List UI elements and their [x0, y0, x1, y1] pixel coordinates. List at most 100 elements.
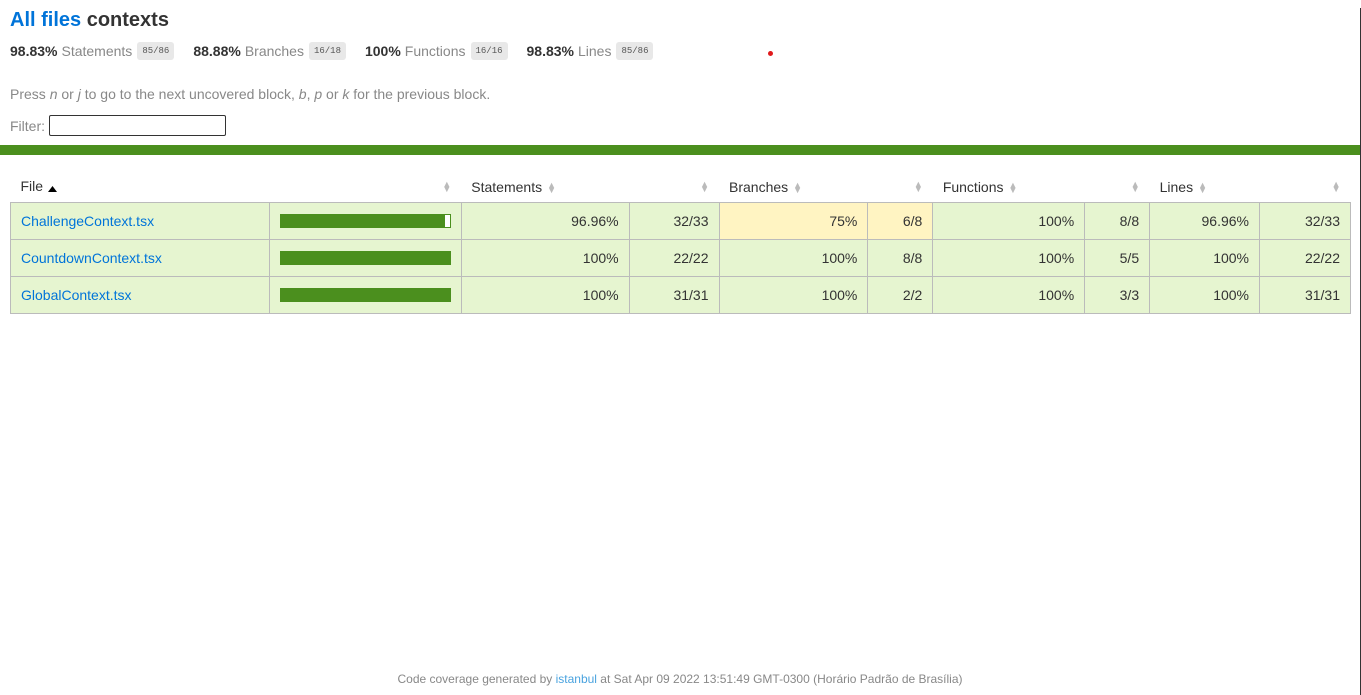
statements-frac-cell: 31/31: [628, 275, 720, 314]
table-row: ChallengeContext.tsx 96.96% 32/33 75% 6/…: [10, 201, 1351, 240]
functions-frac-cell: 5/5: [1084, 238, 1151, 277]
header-branches-frac[interactable]: ▲ ▼: [868, 172, 933, 202]
hint-text: or: [57, 86, 78, 102]
hint-text: or: [322, 86, 343, 102]
functions-frac-cell: 3/3: [1084, 275, 1151, 314]
filter-input[interactable]: [49, 115, 226, 136]
hint-text: for the previous block.: [349, 86, 491, 102]
coverage-bar-fill: [280, 214, 445, 227]
filter-row: Filter:: [10, 115, 1350, 136]
statements-frac-cell: 22/22: [628, 238, 720, 277]
current-directory: contexts: [86, 9, 169, 31]
footer-prefix: Code coverage generated by: [397, 672, 556, 686]
functions-label: Functions: [404, 43, 466, 59]
coverage-bar-cell: [268, 275, 462, 314]
lines-frac-cell: 31/31: [1259, 275, 1351, 314]
sort-arrows-icon: ▲ ▼: [793, 180, 803, 196]
functions-fraction-badge: 16/16: [470, 42, 508, 60]
functions-percent: 100%: [364, 43, 401, 59]
page-title: All files contexts: [10, 8, 1350, 32]
coverage-bar-cell: [268, 238, 462, 277]
sort-arrows-icon: ▲ ▼: [1198, 180, 1207, 196]
hint-key-b: b: [298, 86, 307, 102]
header-file-bar[interactable]: ▲ ▼: [269, 172, 461, 202]
statements-pct-cell: 100%: [460, 238, 630, 277]
branches-pct-cell: 100%: [718, 238, 869, 277]
functions-frac-cell: 8/8: [1084, 201, 1151, 240]
hint-text: Press: [10, 86, 50, 102]
keyboard-hint: Press n or j to go to the next uncovered…: [10, 85, 1350, 103]
branches-frac-cell: 2/2: [867, 275, 934, 314]
functions-pct-cell: 100%: [932, 201, 1086, 240]
sort-arrows-icon: ▲ ▼: [442, 178, 452, 194]
red-dot-marker: [768, 51, 773, 56]
functions-pct-cell: 100%: [932, 275, 1086, 314]
lines-label: Lines: [578, 43, 612, 59]
header-statements-frac[interactable]: ▲ ▼: [629, 172, 719, 202]
summary-branches: 88.88% Branches 16/18: [193, 42, 346, 60]
header-statements[interactable]: Statements ▲ ▼: [461, 172, 629, 202]
table-row: CountdownContext.tsx 100% 22/22 100% 8/8…: [10, 238, 1351, 277]
sort-arrows-icon: ▲ ▼: [913, 178, 923, 194]
header-branches[interactable]: Branches ▲ ▼: [719, 172, 868, 202]
statements-pct-cell: 96.96%: [460, 201, 630, 240]
statements-pct-cell: 100%: [460, 275, 630, 314]
file-cell: GlobalContext.tsx: [10, 275, 270, 314]
branches-pct-cell: 75%: [718, 201, 869, 240]
header-file[interactable]: File: [11, 172, 270, 202]
header-functions-frac[interactable]: ▲ ▼: [1085, 172, 1150, 202]
statements-label: Statements: [61, 43, 133, 59]
summary-functions: 100% Functions 16/16: [365, 42, 508, 60]
coverage-table: File ▲ ▼ Statements ▲ ▼ ▲ ▼ Branches ▲ ▼ ▲ ▼: [10, 172, 1351, 314]
file-link[interactable]: ChallengeContext.tsx: [21, 213, 154, 229]
header-lines-label: Lines: [1159, 178, 1194, 195]
functions-pct-cell: 100%: [932, 238, 1086, 277]
branches-fraction-badge: 16/18: [308, 42, 346, 60]
file-cell: CountdownContext.tsx: [10, 238, 270, 277]
lines-frac-cell: 32/33: [1259, 201, 1351, 240]
footer: Code coverage generated by istanbul at S…: [0, 672, 1360, 686]
file-link[interactable]: CountdownContext.tsx: [21, 250, 162, 266]
file-cell: ChallengeContext.tsx: [10, 201, 270, 240]
hint-text: to go to the next uncovered block,: [80, 86, 299, 102]
coverage-bar: [279, 250, 451, 265]
table-row: GlobalContext.tsx 100% 31/31 100% 2/2 10…: [10, 275, 1351, 314]
hint-key-p: p: [314, 86, 323, 102]
sort-arrows-icon: ▲ ▼: [1008, 180, 1018, 196]
filter-label: Filter:: [10, 117, 45, 134]
istanbul-link[interactable]: istanbul: [556, 672, 597, 686]
header-functions[interactable]: Functions ▲ ▼: [933, 172, 1085, 202]
coverage-bar-cell: [268, 201, 462, 240]
sort-arrows-icon: ▲ ▼: [1331, 178, 1341, 194]
lines-pct-cell: 100%: [1149, 238, 1260, 277]
statements-frac-cell: 32/33: [628, 201, 720, 240]
branches-label: Branches: [244, 43, 304, 59]
branches-frac-cell: 6/8: [867, 201, 934, 240]
sort-arrows-icon: ▲ ▼: [1130, 178, 1140, 194]
summary-statements: 98.83% Statements 85/86: [10, 42, 175, 60]
lines-pct-cell: 100%: [1149, 275, 1260, 314]
header-file-label: File: [20, 178, 44, 195]
header-functions-label: Functions: [942, 178, 1004, 195]
footer-suffix: at Sat Apr 09 2022 13:51:49 GMT-0300 (Ho…: [596, 672, 963, 686]
table-header-row: File ▲ ▼ Statements ▲ ▼ ▲ ▼ Branches ▲ ▼ ▲ ▼: [11, 172, 1351, 202]
breadcrumb-all-files-link[interactable]: All files: [10, 9, 81, 31]
header-lines-frac[interactable]: ▲ ▼: [1260, 172, 1351, 202]
coverage-bar-fill: [280, 288, 450, 301]
statements-percent: 98.83%: [10, 43, 58, 59]
file-link[interactable]: GlobalContext.tsx: [21, 287, 132, 303]
sort-arrows-icon: ▲ ▼: [700, 178, 710, 194]
coverage-bar: [279, 213, 451, 228]
sort-arrows-icon: ▲ ▼: [547, 180, 557, 196]
lines-percent: 98.83%: [526, 43, 574, 59]
coverage-bar: [279, 287, 451, 302]
lines-fraction-badge: 85/86: [616, 42, 654, 60]
sort-ascending-icon: [48, 179, 58, 195]
lines-frac-cell: 22/22: [1259, 238, 1351, 277]
statements-fraction-badge: 85/86: [137, 42, 175, 60]
lines-pct-cell: 96.96%: [1149, 201, 1260, 240]
coverage-summary: 98.83% Statements 85/86 88.88% Branches …: [10, 39, 1350, 63]
header-statements-label: Statements: [471, 178, 543, 195]
header-lines[interactable]: Lines ▲ ▼: [1150, 172, 1260, 202]
branches-frac-cell: 8/8: [867, 238, 934, 277]
